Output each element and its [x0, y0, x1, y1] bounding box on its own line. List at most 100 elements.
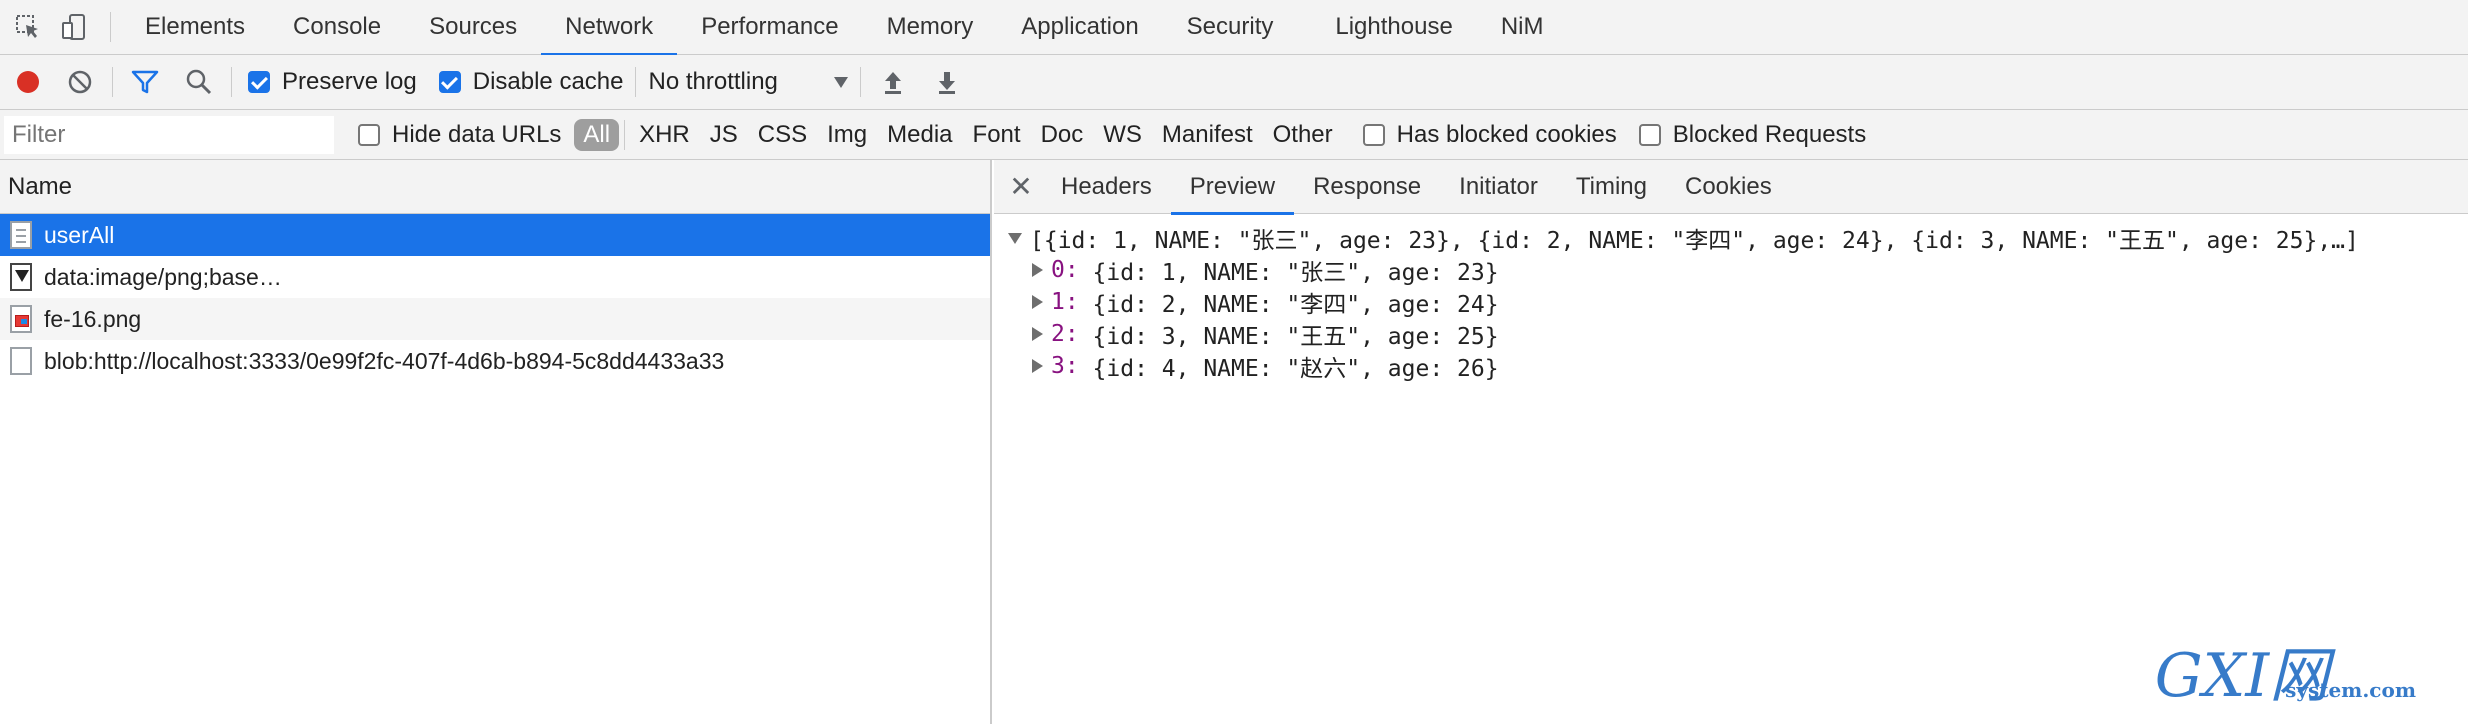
tab-performance[interactable]: Performance — [677, 0, 862, 55]
tab-nim[interactable]: NiM — [1477, 0, 1568, 55]
type-filter-manifest[interactable]: Manifest — [1153, 119, 1262, 151]
request-row-userall[interactable]: userAll — [0, 214, 990, 256]
json-key: 1: — [1051, 289, 1079, 315]
request-name: userAll — [44, 221, 115, 248]
type-filter-js[interactable]: JS — [701, 119, 747, 151]
collapse-triangle-icon[interactable] — [1032, 295, 1043, 309]
has-blocked-cookies-label: Has blocked cookies — [1396, 120, 1617, 148]
tab-application[interactable]: Application — [997, 0, 1162, 55]
checkbox-checked-icon[interactable] — [248, 71, 270, 93]
json-value: {id: 1, NAME: "张三", age: 23} — [1078, 260, 1499, 286]
tab-lighthouse[interactable]: Lighthouse — [1311, 0, 1476, 55]
request-detail-pane: ✕ Headers Preview Response Initiator Tim… — [994, 160, 2468, 724]
tab-preview[interactable]: Preview — [1170, 160, 1295, 215]
tab-response[interactable]: Response — [1294, 160, 1440, 214]
clear-icon[interactable] — [60, 62, 100, 102]
tab-network[interactable]: Network — [541, 0, 678, 56]
blob-icon — [10, 347, 32, 375]
json-preview: [{id: 1, NAME: "张三", age: 23}, {id: 2, N… — [994, 214, 2468, 382]
tab-initiator[interactable]: Initiator — [1440, 160, 1557, 214]
json-key: 0: — [1051, 257, 1079, 283]
json-summary: [{id: 1, NAME: "张三", age: 23}, {id: 2, N… — [1030, 228, 2359, 254]
preserve-log-checkbox[interactable]: Preserve log — [248, 68, 417, 96]
request-row-data-image[interactable]: data:image/png;base… — [0, 256, 990, 298]
request-list-pane: Name userAll data:image/png;base… fe-16.… — [0, 160, 992, 724]
json-item[interactable]: 3: {id: 4, NAME: "赵六", age: 26} — [1008, 350, 2468, 382]
device-toolbar-icon[interactable] — [54, 7, 94, 47]
hide-data-urls-label: Hide data URLs — [392, 120, 562, 148]
panel-tabs: Elements Console Sources Network Perform… — [121, 0, 1568, 56]
tab-memory[interactable]: Memory — [863, 0, 998, 55]
request-name: blob:http://localhost:3333/0e99f2fc-407f… — [44, 347, 725, 374]
collapse-triangle-icon[interactable] — [1032, 359, 1043, 373]
detail-tabs: ✕ Headers Preview Response Initiator Tim… — [994, 160, 2468, 215]
search-icon[interactable] — [179, 62, 219, 102]
tab-console[interactable]: Console — [269, 0, 405, 55]
type-filter-other[interactable]: Other — [1264, 119, 1342, 151]
collapse-triangle-icon[interactable] — [1032, 327, 1043, 341]
request-name: data:image/png;base… — [44, 263, 282, 290]
network-toolbar: Preserve log Disable cache No throttling — [0, 55, 2468, 110]
tab-security[interactable]: Security — [1163, 0, 1298, 55]
inspect-element-icon[interactable] — [8, 7, 48, 47]
checkbox-unchecked-icon[interactable] — [1638, 123, 1661, 146]
has-blocked-cookies-checkbox[interactable]: Has blocked cookies — [1362, 120, 1617, 149]
chevron-down-icon — [834, 76, 849, 88]
json-item[interactable]: 2: {id: 3, NAME: "王五", age: 25} — [1008, 318, 2468, 350]
type-filter-all[interactable]: All — [574, 118, 620, 151]
hide-data-urls-checkbox[interactable]: Hide data URLs — [358, 121, 561, 149]
name-column-header[interactable]: Name — [0, 160, 990, 214]
devtools-tabbar: Elements Console Sources Network Perform… — [0, 0, 2468, 56]
export-har-icon[interactable] — [927, 62, 967, 102]
type-filter-css[interactable]: CSS — [749, 119, 816, 151]
filter-input[interactable] — [4, 115, 334, 154]
type-filter-font[interactable]: Font — [964, 119, 1030, 151]
json-value: {id: 3, NAME: "王五", age: 25} — [1078, 324, 1499, 350]
json-item[interactable]: 1: {id: 2, NAME: "李四", age: 24} — [1008, 286, 2468, 318]
record-button[interactable] — [8, 62, 48, 102]
png-icon — [10, 305, 32, 333]
filter-icon[interactable] — [125, 62, 165, 102]
type-filter-ws[interactable]: WS — [1094, 119, 1151, 151]
document-icon — [10, 221, 32, 249]
type-filter-img[interactable]: Img — [818, 119, 876, 151]
tab-timing[interactable]: Timing — [1557, 160, 1666, 214]
tab-sources[interactable]: Sources — [405, 0, 541, 55]
json-value: {id: 4, NAME: "赵六", age: 26} — [1078, 356, 1499, 382]
divider — [110, 12, 111, 42]
divider — [112, 67, 113, 97]
checkbox-unchecked-icon[interactable] — [1362, 123, 1385, 146]
watermark-site-text: system.com — [2285, 678, 2416, 702]
request-row-fe16[interactable]: fe-16.png — [0, 298, 990, 340]
throttling-select[interactable]: No throttling — [648, 68, 849, 96]
type-filter-media[interactable]: Media — [878, 119, 961, 151]
type-filter-doc[interactable]: Doc — [1032, 119, 1093, 151]
preserve-log-label: Preserve log — [282, 68, 417, 95]
json-key: 2: — [1051, 321, 1079, 347]
json-key: 3: — [1051, 353, 1079, 379]
disable-cache-checkbox[interactable]: Disable cache — [438, 68, 623, 96]
checkbox-checked-icon[interactable] — [438, 71, 461, 93]
checkbox-unchecked-icon[interactable] — [358, 123, 380, 146]
blocked-requests-checkbox[interactable]: Blocked Requests — [1638, 120, 1867, 149]
collapse-triangle-icon[interactable] — [1032, 263, 1043, 277]
tab-cookies[interactable]: Cookies — [1666, 160, 1791, 214]
image-icon — [10, 263, 32, 291]
json-root-line[interactable]: [{id: 1, NAME: "张三", age: 23}, {id: 2, N… — [1008, 222, 2468, 254]
divider — [635, 67, 637, 97]
type-filter-xhr[interactable]: XHR — [630, 119, 699, 151]
close-icon[interactable]: ✕ — [1000, 160, 1042, 214]
filter-bar: Hide data URLs All XHR JS CSS Img Media … — [0, 110, 2468, 160]
watermark-logo: GXI网 system.com — [2155, 646, 2416, 706]
json-value: {id: 2, NAME: "李四", age: 24} — [1078, 292, 1499, 318]
name-column-label: Name — [8, 172, 73, 200]
expand-triangle-icon[interactable] — [1008, 232, 1022, 244]
json-item[interactable]: 0: {id: 1, NAME: "张三", age: 23} — [1008, 254, 2468, 286]
tab-headers[interactable]: Headers — [1042, 160, 1171, 214]
import-har-icon[interactable] — [873, 62, 913, 102]
blocked-requests-label: Blocked Requests — [1672, 120, 1867, 148]
throttling-value: No throttling — [648, 68, 778, 95]
request-row-blob[interactable]: blob:http://localhost:3333/0e99f2fc-407f… — [0, 340, 990, 382]
divider — [231, 67, 232, 97]
tab-elements[interactable]: Elements — [121, 0, 269, 55]
